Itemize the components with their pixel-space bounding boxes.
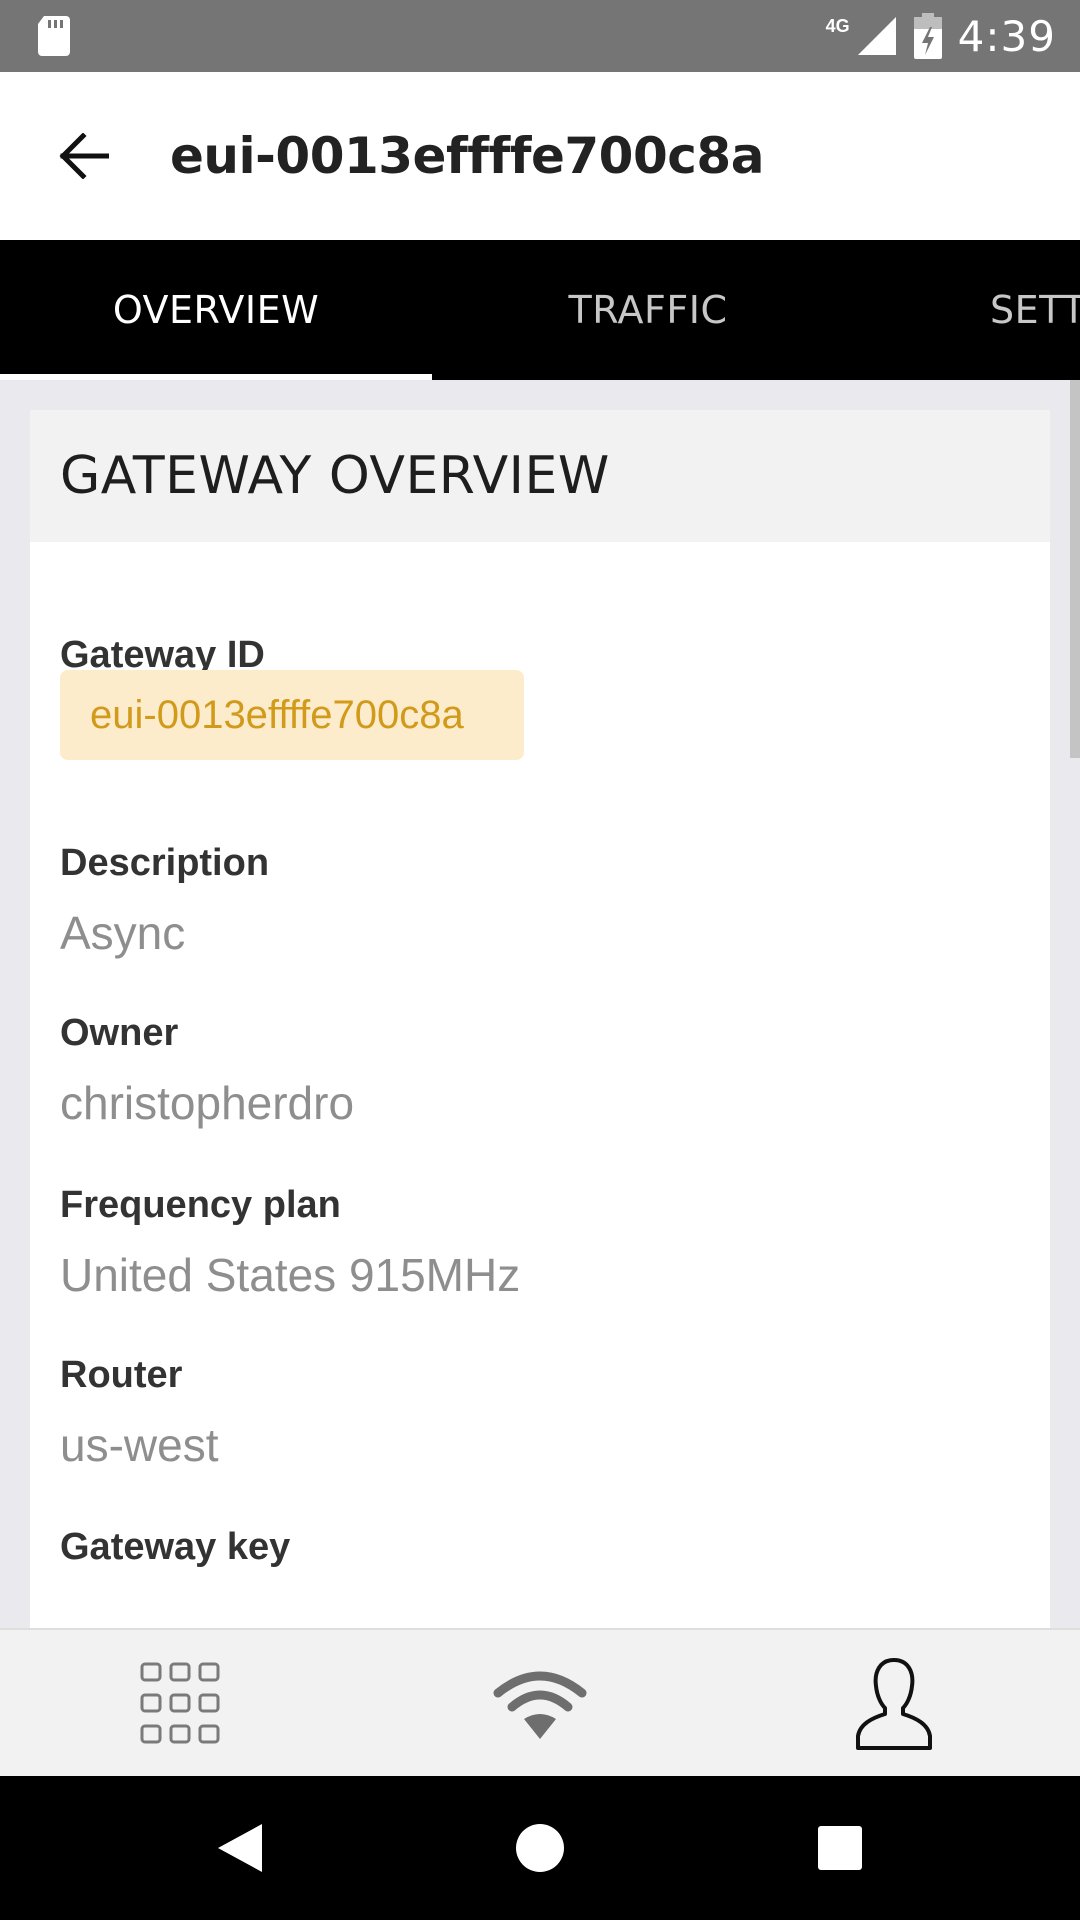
user-profile-icon [856,1658,932,1750]
back-triangle-icon [218,1824,262,1872]
frequency-plan-value: United States 915MHz [60,1249,521,1301]
signal-icon [857,17,896,55]
bottom-nav-gateways[interactable] [480,1630,600,1778]
owner-label: Owner [60,1012,179,1054]
grid-apps-icon [140,1662,220,1744]
gateway-key-label: Gateway key [60,1526,291,1568]
status-bar: 4G 4:39 [0,0,1080,72]
app-header: eui-0013effffe700c8a [0,72,1080,240]
tab-overview[interactable]: OVERVIEW [0,240,432,380]
description-value: Async [60,907,186,959]
recents-square-icon [818,1826,862,1870]
tab-traffic[interactable]: TRAFFIC [432,240,864,380]
gateway-id-chip[interactable]: eui-0013effffe700c8a [60,670,524,760]
battery-charging-icon [913,13,942,59]
network-type-label: 4G [825,15,850,36]
router-label: Router [60,1354,183,1396]
wifi-icon [493,1671,587,1739]
home-circle-icon [516,1824,564,1872]
back-button[interactable] [36,108,132,204]
bottom-nav-apps[interactable] [120,1630,240,1778]
scrollbar[interactable] [1070,380,1080,758]
router-value: us-west [60,1419,219,1471]
system-recents-button[interactable] [770,1776,910,1920]
tab-settings[interactable]: SETT [990,240,1080,380]
system-back-button[interactable] [170,1776,310,1920]
status-time: 4:39 [957,11,1056,61]
status-left [36,14,72,58]
page-title: eui-0013effffe700c8a [170,127,764,185]
system-nav-bar [0,1776,1080,1920]
status-right: 4G 4:39 [816,12,1056,61]
system-home-button[interactable] [470,1776,610,1920]
card-header: GATEWAY OVERVIEW [30,410,1050,542]
frequency-plan-label: Frequency plan [60,1184,341,1226]
tab-bar: OVERVIEW TRAFFIC SETT [0,240,1080,380]
description-label: Description [60,842,270,884]
card-title: GATEWAY OVERVIEW [60,446,610,506]
owner-value: christopherdro [60,1077,355,1129]
gateway-overview-card: GATEWAY OVERVIEW Gateway ID eui-0013efff… [30,410,1050,1628]
bottom-nav [0,1628,1080,1776]
sd-card-icon [38,16,70,56]
bottom-nav-profile[interactable] [834,1630,954,1778]
arrow-left-icon [59,133,109,179]
gateway-id-value: eui-0013effffe700c8a [90,692,464,737]
content-area[interactable]: GATEWAY OVERVIEW Gateway ID eui-0013efff… [0,380,1080,1628]
